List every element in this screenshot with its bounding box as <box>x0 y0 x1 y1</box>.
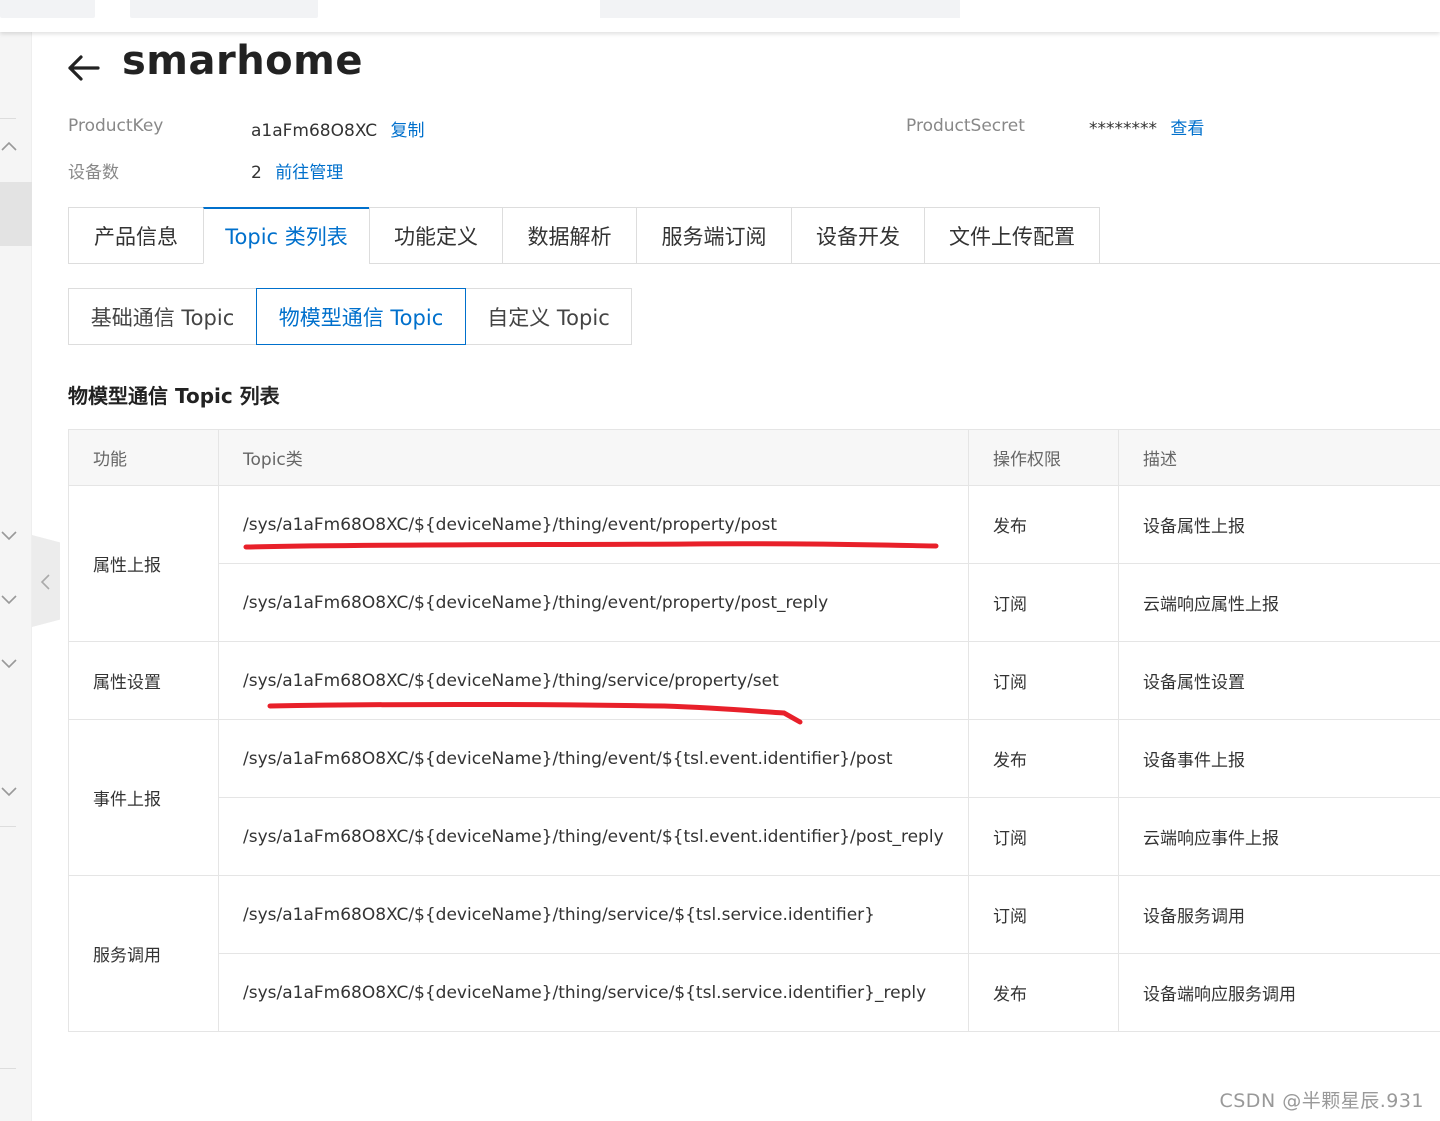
description-cell: 云端响应事件上报 <box>1118 797 1440 876</box>
column-header-description: 描述 <box>1118 429 1440 486</box>
sidebar-divider <box>0 118 16 119</box>
topic-cell: /sys/a1aFm68O8XC/${deviceName}/thing/ser… <box>218 953 969 1032</box>
sidebar-divider <box>0 826 16 827</box>
description-cell: 设备属性设置 <box>1118 641 1440 720</box>
subtab-custom-topic[interactable]: 自定义 Topic <box>465 288 632 345</box>
chevron-down-icon[interactable] <box>0 590 18 608</box>
permission-cell: 订阅 <box>968 563 1119 642</box>
product-secret-text: ******** <box>1089 119 1157 139</box>
description-cell: 设备端响应服务调用 <box>1118 953 1440 1032</box>
tab-product-info[interactable]: 产品信息 <box>68 207 203 264</box>
table-row: 事件上报 /sys/a1aFm68O8XC/${deviceName}/thin… <box>68 719 1440 876</box>
product-key-value: a1aFm68O8XC 复制 <box>251 116 425 141</box>
sidebar-item-active[interactable] <box>0 182 32 246</box>
product-key-text: a1aFm68O8XC <box>251 121 378 141</box>
description-cell: 设备属性上报 <box>1118 485 1440 564</box>
tab-function-definition[interactable]: 功能定义 <box>369 207 502 264</box>
global-search-input[interactable] <box>600 0 960 18</box>
table-row: 服务调用 /sys/a1aFm68O8XC/${deviceName}/thin… <box>68 875 1440 1032</box>
sidebar-collapse-button[interactable] <box>32 535 60 627</box>
device-count-text: 2 <box>251 163 262 183</box>
topic-table: 功能 Topic类 操作权限 描述 属性上报 /sys/a1aFm68O8XC/… <box>68 429 1440 1032</box>
product-secret-label: ProductSecret <box>906 116 1025 136</box>
chevron-down-icon[interactable] <box>0 526 18 544</box>
tab-file-upload-config[interactable]: 文件上传配置 <box>924 207 1100 264</box>
function-cell: 属性设置 <box>68 641 219 720</box>
table-row: /sys/a1aFm68O8XC/${deviceName}/thing/eve… <box>69 797 1440 876</box>
tab-topic-list[interactable]: Topic 类列表 <box>203 207 369 264</box>
permission-cell: 订阅 <box>968 797 1119 876</box>
function-cell: 服务调用 <box>68 875 219 1032</box>
back-button[interactable] <box>66 52 100 82</box>
tab-server-subscription[interactable]: 服务端订阅 <box>636 207 791 264</box>
permission-cell: 订阅 <box>968 641 1119 720</box>
sidebar-divider <box>0 1068 16 1069</box>
page-title: smarhome <box>122 38 363 84</box>
table-row: 属性上报 /sys/a1aFm68O8XC/${deviceName}/thin… <box>68 485 1440 642</box>
table-row: /sys/a1aFm68O8XC/${deviceName}/thing/ser… <box>69 953 1440 1032</box>
section-title: 物模型通信 Topic 列表 <box>68 384 280 408</box>
table-row: 属性设置 /sys/a1aFm68O8XC/${deviceName}/thin… <box>68 641 1440 720</box>
function-cell: 事件上报 <box>68 719 219 876</box>
watermark: CSDN @半颗星辰.931 <box>1219 1090 1424 1112</box>
topic-cell: /sys/a1aFm68O8XC/${deviceName}/thing/ser… <box>218 875 969 954</box>
table-row: /sys/a1aFm68O8XC/${deviceName}/thing/eve… <box>69 563 1440 642</box>
chevron-left-icon <box>40 574 50 590</box>
column-header-topic: Topic类 <box>218 429 969 486</box>
topic-cell: /sys/a1aFm68O8XC/${deviceName}/thing/eve… <box>218 719 969 798</box>
permission-cell: 发布 <box>968 719 1119 798</box>
topic-subtabs: 基础通信 Topic 物模型通信 Topic 自定义 Topic <box>68 288 632 345</box>
nav-pill-workbench[interactable] <box>0 0 95 18</box>
subtab-basic-topic[interactable]: 基础通信 Topic <box>68 288 257 345</box>
product-secret-value: ******** 查看 <box>1089 114 1204 139</box>
chevron-up-icon[interactable] <box>0 138 18 156</box>
manage-devices-link[interactable]: 前往管理 <box>275 163 343 183</box>
tab-data-parsing[interactable]: 数据解析 <box>502 207 636 264</box>
arrow-left-icon <box>68 55 100 81</box>
topic-cell: /sys/a1aFm68O8XC/${deviceName}/thing/eve… <box>218 797 969 876</box>
subtab-tsl-topic[interactable]: 物模型通信 Topic <box>256 288 466 345</box>
main-tabs: 产品信息 Topic 类列表 功能定义 数据解析 服务端订阅 设备开发 文件上传… <box>68 207 1100 264</box>
chevron-down-icon[interactable] <box>0 654 18 672</box>
function-cell: 属性上报 <box>68 485 219 642</box>
table-header-row: 功能 Topic类 操作权限 描述 <box>68 429 1440 486</box>
product-key-label: ProductKey <box>68 116 164 136</box>
column-header-permission: 操作权限 <box>968 429 1119 486</box>
chevron-down-icon[interactable] <box>0 782 18 800</box>
permission-cell: 订阅 <box>968 875 1119 954</box>
column-header-function: 功能 <box>68 429 219 486</box>
description-cell: 云端响应属性上报 <box>1118 563 1440 642</box>
tab-device-development[interactable]: 设备开发 <box>791 207 924 264</box>
description-cell: 设备事件上报 <box>1118 719 1440 798</box>
device-count-label: 设备数 <box>68 163 119 183</box>
topic-cell: /sys/a1aFm68O8XC/${deviceName}/thing/eve… <box>218 485 969 564</box>
topic-cell: /sys/a1aFm68O8XC/${deviceName}/thing/eve… <box>218 563 969 642</box>
description-cell: 设备服务调用 <box>1118 875 1440 954</box>
permission-cell: 发布 <box>968 485 1119 564</box>
topic-cell: /sys/a1aFm68O8XC/${deviceName}/thing/ser… <box>218 641 969 720</box>
top-navbar <box>0 0 1440 32</box>
permission-cell: 发布 <box>968 953 1119 1032</box>
nav-pill-region[interactable] <box>130 0 318 18</box>
left-sidebar <box>0 32 32 1121</box>
copy-link[interactable]: 复制 <box>391 121 425 141</box>
device-count-value: 2 前往管理 <box>251 158 343 183</box>
view-secret-link[interactable]: 查看 <box>1170 119 1204 139</box>
